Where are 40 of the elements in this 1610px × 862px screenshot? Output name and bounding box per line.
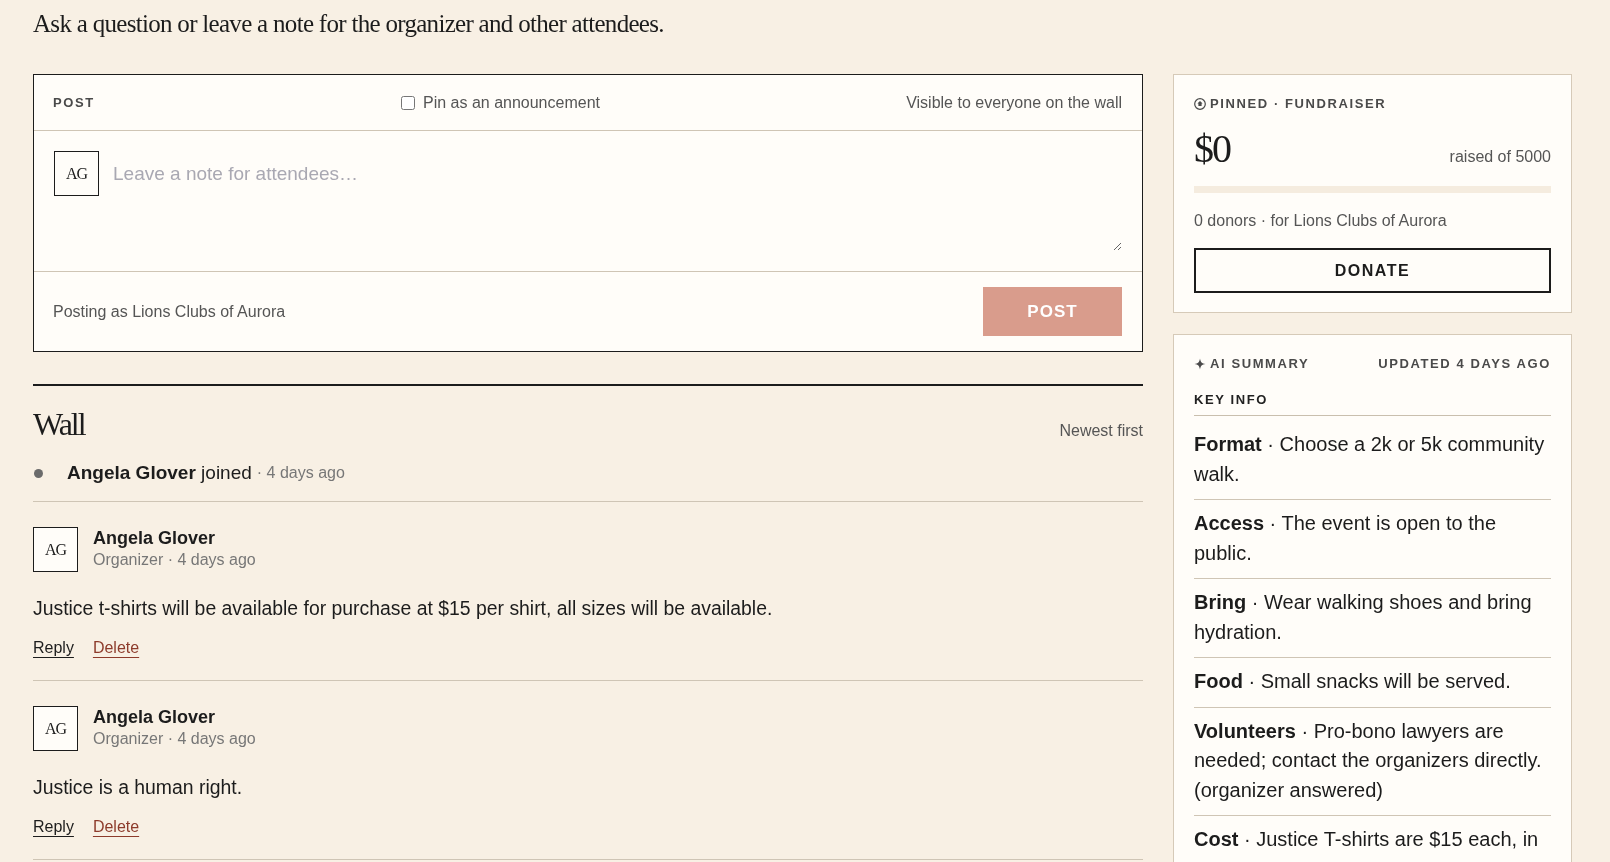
updated-text: UPDATED 4 DAYS AGO xyxy=(1378,355,1551,373)
wall-heading: Wall xyxy=(33,405,85,444)
delete-link[interactable]: Delete xyxy=(92,815,140,839)
amount-raised: $0 xyxy=(1194,126,1230,172)
goal-text: raised of 5000 xyxy=(1449,147,1551,167)
post-meta: Organizer · 4 days ago xyxy=(93,729,256,749)
bullet-icon xyxy=(34,468,43,478)
sort-label: Newest first xyxy=(1059,421,1143,441)
summary-title: AI SUMMARY xyxy=(1210,355,1310,373)
delete-link[interactable]: Delete xyxy=(92,636,140,660)
key-info-text: Food · Small snacks will be served. xyxy=(1194,669,1512,694)
key-info-text: Format · Choose a 2k or 5k community walk. xyxy=(1194,432,1546,487)
key-info-text: Volunteers · Pro-bono lawyers are needed; contact the organizers directly. (organizer answered) xyxy=(1194,718,1543,803)
post-text: Justice t-shirts will be available for purchase at $15 per shirt, all sizes will be available. xyxy=(33,596,774,621)
composer-label: POST xyxy=(53,93,95,112)
reply-link[interactable]: Reply xyxy=(33,636,74,660)
avatar: AG xyxy=(33,527,78,572)
key-info-text: Bring · Wear walking shoes and bring hydration. xyxy=(1194,590,1533,645)
pin-label: Pin as an announcement xyxy=(422,92,600,113)
sparkle-icon xyxy=(1194,358,1206,370)
author-name: Angela Glover xyxy=(93,706,217,728)
avatar: AG xyxy=(54,151,99,196)
post-meta: Organizer · 4 days ago xyxy=(93,550,256,570)
house-icon xyxy=(1194,98,1206,110)
reply-link[interactable]: Reply xyxy=(33,815,74,839)
pin-checkbox[interactable] xyxy=(400,95,415,110)
intro-text: Ask a question or leave a note for the organizer and other attendees. xyxy=(33,9,664,39)
avatar: AG xyxy=(33,706,78,751)
key-info-text: Cost · Justice T-shirts are $15 each, in xyxy=(1194,827,1540,852)
author-name: Angela Glover xyxy=(93,527,217,549)
key-info-text: Access · The event is open to the public. xyxy=(1194,511,1498,566)
donate-button[interactable]: DONATE xyxy=(1194,248,1551,293)
post-text: Justice is a human right. xyxy=(33,775,244,800)
donors-text: 0 donors · for Lions Clubs of Aurora xyxy=(1194,211,1448,231)
posting-as-text: Posting as Lions Clubs of Aurora xyxy=(53,301,286,322)
fundraiser-tag: PINNED · FUNDRAISER xyxy=(1210,95,1387,113)
key-info-heading: KEY INFO xyxy=(1194,390,1551,416)
activity-text: Angela Glover joined xyxy=(67,461,252,485)
activity-time: · 4 days ago xyxy=(256,463,345,483)
visibility-text: Visible to everyone on the wall xyxy=(906,92,1122,113)
